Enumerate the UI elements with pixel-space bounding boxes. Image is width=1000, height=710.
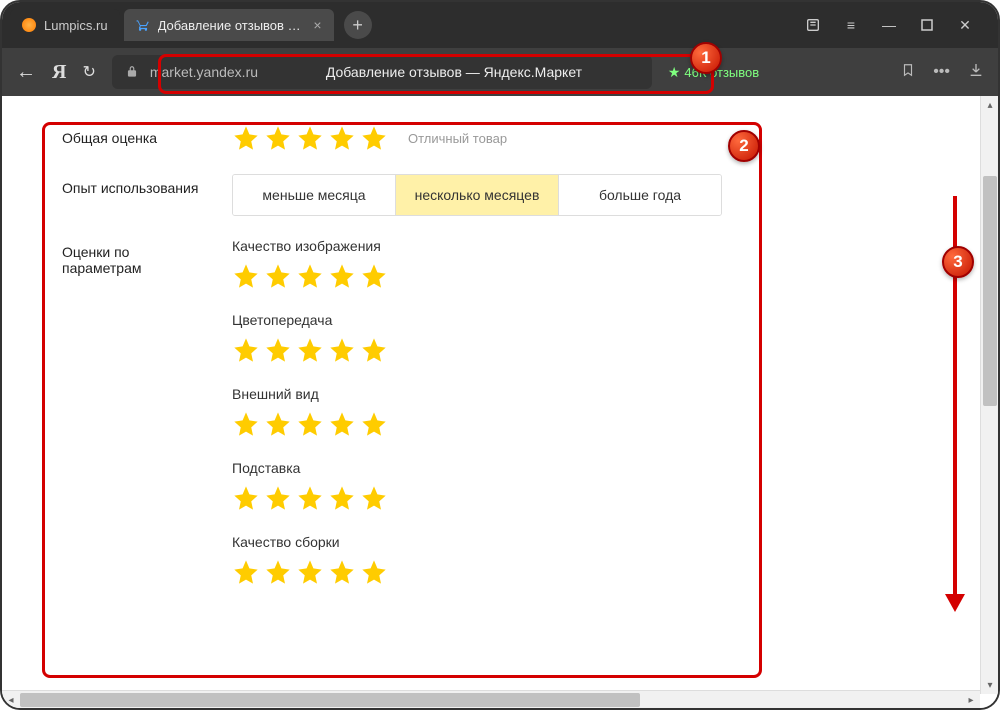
star-icon[interactable]	[296, 410, 324, 438]
param-build-quality-stars	[232, 558, 938, 586]
bookmark-icon[interactable]	[901, 62, 915, 83]
star-icon[interactable]	[264, 484, 292, 512]
exp-less-month-button[interactable]: меньше месяца	[233, 175, 396, 215]
exp-more-year-button[interactable]: больше года	[559, 175, 721, 215]
tab-bar: Lumpics.ru Добавление отзывов – ... × + …	[2, 2, 998, 48]
scroll-left-icon[interactable]: ◂	[2, 691, 20, 709]
param-image-quality-stars	[232, 262, 938, 290]
experience-segmented: меньше месяца несколько месяцев больше г…	[232, 174, 722, 216]
annotation-badge-3: 3	[942, 246, 974, 278]
toolbar: ← Я ↻ market.yandex.ru Добавление отзыво…	[2, 48, 998, 96]
param-stand-stars	[232, 484, 938, 512]
maximize-icon[interactable]	[918, 19, 936, 31]
param-build-quality-label: Качество сборки	[232, 534, 938, 550]
star-4[interactable]	[328, 124, 356, 152]
tab-close-icon[interactable]: ×	[313, 17, 321, 33]
star-icon[interactable]	[232, 410, 260, 438]
horizontal-scrollbar[interactable]: ◂ ▸	[2, 690, 980, 708]
scroll-right-icon[interactable]: ▸	[962, 691, 980, 709]
review-form: Общая оценка Отличный товар Опыт использ…	[2, 96, 998, 650]
tab-title: Lumpics.ru	[44, 18, 108, 33]
star-icon[interactable]	[232, 484, 260, 512]
star-icon[interactable]	[328, 484, 356, 512]
star-icon[interactable]	[328, 336, 356, 364]
star-icon[interactable]	[264, 336, 292, 364]
scroll-up-icon[interactable]: ▴	[981, 96, 999, 114]
star-icon[interactable]	[264, 558, 292, 586]
scroll-down-icon[interactable]: ▾	[981, 676, 999, 694]
tab-market[interactable]: Добавление отзывов – ... ×	[124, 9, 334, 41]
url-domain: market.yandex.ru	[150, 64, 258, 80]
star-icon[interactable]	[232, 558, 260, 586]
menu-icon[interactable]: ≡	[842, 17, 860, 33]
star-icon[interactable]	[232, 336, 260, 364]
star-icon[interactable]	[264, 262, 292, 290]
exp-few-months-button[interactable]: несколько месяцев	[396, 175, 559, 215]
param-image-quality-label: Качество изображения	[232, 238, 938, 254]
star-1[interactable]	[232, 124, 260, 152]
annotation-badge-2: 2	[728, 130, 760, 162]
star-icon[interactable]	[232, 262, 260, 290]
vertical-scrollbar[interactable]: ▴ ▾	[980, 96, 998, 694]
more-icon[interactable]: •••	[933, 63, 950, 81]
download-icon[interactable]	[968, 62, 984, 83]
scroll-thumb[interactable]	[983, 176, 997, 406]
reader-icon[interactable]	[804, 17, 822, 33]
lock-icon	[124, 64, 140, 80]
params-label: Оценки по параметрам	[62, 238, 212, 276]
star-icon: ★	[668, 64, 681, 81]
star-icon[interactable]	[296, 558, 324, 586]
minimize-icon[interactable]: —	[880, 17, 898, 33]
param-color-label: Цветопередача	[232, 312, 938, 328]
favicon-cart-icon	[136, 18, 150, 32]
star-icon[interactable]	[360, 558, 388, 586]
tab-title: Добавление отзывов – ...	[158, 18, 302, 33]
overall-rating-text: Отличный товар	[408, 131, 507, 146]
star-5[interactable]	[360, 124, 388, 152]
star-icon[interactable]	[328, 410, 356, 438]
experience-label: Опыт использования	[62, 174, 212, 196]
param-appearance-label: Внешний вид	[232, 386, 938, 402]
favicon-lumpics-icon	[22, 18, 36, 32]
star-icon[interactable]	[264, 410, 292, 438]
overall-rating-label: Общая оценка	[62, 124, 212, 146]
annotation-badge-1: 1	[690, 42, 722, 74]
url-page-title: Добавление отзывов — Яндекс.Маркет	[268, 64, 640, 80]
param-appearance-stars	[232, 410, 938, 438]
address-bar[interactable]: market.yandex.ru Добавление отзывов — Ян…	[112, 55, 652, 89]
star-2[interactable]	[264, 124, 292, 152]
star-icon[interactable]	[296, 336, 324, 364]
reload-button[interactable]: ↻	[82, 62, 95, 82]
overall-rating-stars	[232, 124, 388, 152]
close-window-icon[interactable]: ✕	[956, 17, 974, 34]
param-color-stars	[232, 336, 938, 364]
star-icon[interactable]	[360, 410, 388, 438]
star-icon[interactable]	[360, 484, 388, 512]
star-3[interactable]	[296, 124, 324, 152]
window-controls: ≡ — ✕	[804, 17, 990, 34]
back-button[interactable]: ←	[16, 61, 36, 84]
param-stand-label: Подставка	[232, 460, 938, 476]
new-tab-button[interactable]: +	[344, 11, 372, 39]
tab-lumpics[interactable]: Lumpics.ru	[10, 9, 120, 41]
star-icon[interactable]	[360, 262, 388, 290]
scroll-thumb[interactable]	[20, 693, 640, 707]
star-icon[interactable]	[360, 336, 388, 364]
star-icon[interactable]	[296, 262, 324, 290]
star-icon[interactable]	[328, 262, 356, 290]
star-icon[interactable]	[328, 558, 356, 586]
yandex-logo-icon[interactable]: Я	[52, 61, 66, 84]
star-icon[interactable]	[296, 484, 324, 512]
